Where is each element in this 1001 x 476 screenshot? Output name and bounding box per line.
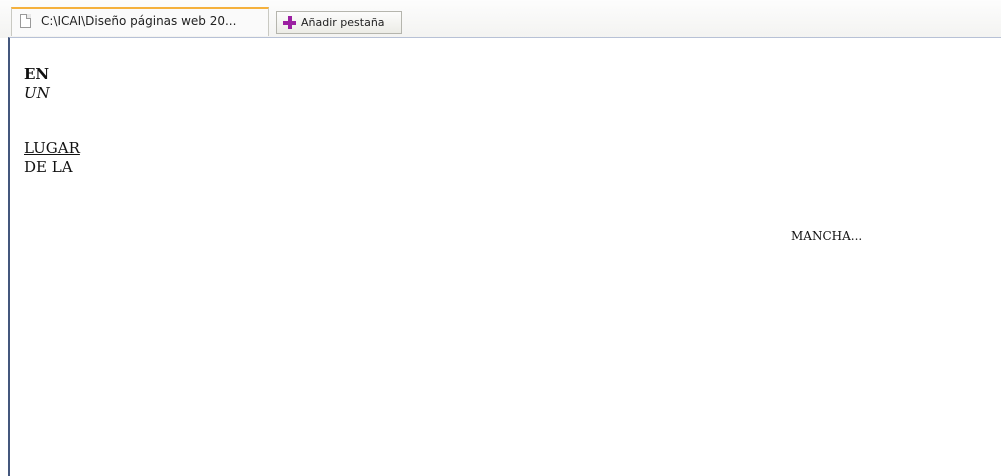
add-tab-label: Añadir pestaña: [301, 16, 385, 29]
text-en: EN: [24, 65, 50, 83]
text-mancha: MANCHA...: [791, 229, 863, 243]
plus-icon: [283, 16, 296, 29]
page-content: EN UN LUGAR DE LA MANCHA...: [8, 37, 1001, 476]
text-de-la: DE LA: [24, 158, 73, 176]
tab-active-document[interactable]: C:\ICAI\Diseño páginas web 20...: [11, 7, 269, 36]
page-icon: [20, 14, 31, 28]
text-lugar: LUGAR: [24, 139, 80, 157]
text-un: UN: [24, 84, 50, 102]
tab-title: C:\ICAI\Diseño páginas web 20...: [41, 14, 237, 28]
add-tab-button[interactable]: Añadir pestaña: [276, 11, 402, 34]
tab-bar: C:\ICAI\Diseño páginas web 20... Añadir …: [0, 0, 1001, 38]
